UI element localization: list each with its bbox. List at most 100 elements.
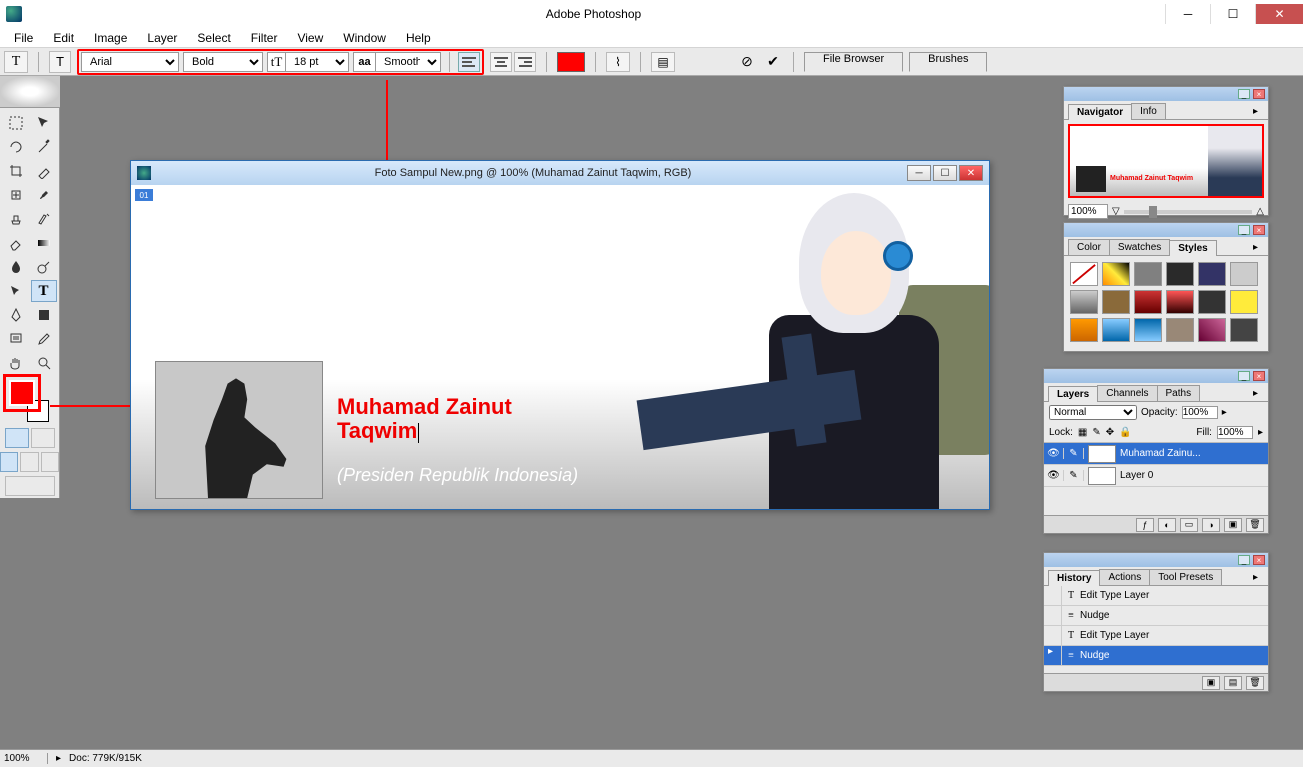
panel-close-button[interactable]: × bbox=[1253, 89, 1265, 99]
style-swatch[interactable] bbox=[1198, 262, 1226, 286]
style-swatch[interactable] bbox=[1102, 262, 1130, 286]
style-swatch[interactable] bbox=[1230, 290, 1258, 314]
new-snapshot-button[interactable]: ▤ bbox=[1224, 676, 1242, 690]
history-brush-tool[interactable] bbox=[31, 208, 57, 230]
clone-stamp-tool[interactable] bbox=[3, 208, 29, 230]
marquee-tool[interactable] bbox=[3, 112, 29, 134]
style-swatch[interactable] bbox=[1070, 290, 1098, 314]
panel-menu-icon[interactable]: ▸ bbox=[1247, 386, 1264, 401]
history-row[interactable]: ≡Nudge bbox=[1044, 606, 1268, 626]
close-button[interactable]: ✕ bbox=[1255, 4, 1303, 24]
lock-all-icon[interactable]: 🔒 bbox=[1119, 427, 1131, 438]
layer-row[interactable]: 👁✎Layer 0 bbox=[1044, 465, 1268, 487]
tool-preset-picker[interactable]: T bbox=[4, 51, 28, 73]
magic-wand-tool[interactable] bbox=[31, 136, 57, 158]
text-layer-name[interactable]: Muhamad ZainutTaqwim bbox=[337, 395, 512, 443]
style-swatch[interactable] bbox=[1102, 290, 1130, 314]
type-tool[interactable]: T bbox=[31, 280, 57, 302]
lock-transparent-icon[interactable]: ▦ bbox=[1078, 427, 1087, 438]
lock-position-icon[interactable]: ✥ bbox=[1106, 427, 1114, 438]
menu-filter[interactable]: Filter bbox=[241, 29, 288, 47]
delete-state-button[interactable]: 🗑 bbox=[1246, 676, 1264, 690]
info-tab[interactable]: Info bbox=[1131, 103, 1166, 119]
move-tool[interactable] bbox=[31, 112, 57, 134]
menu-edit[interactable]: Edit bbox=[43, 29, 84, 47]
align-left-button[interactable] bbox=[458, 52, 480, 72]
eyedropper-tool[interactable] bbox=[31, 328, 57, 350]
screen-full-button[interactable] bbox=[41, 452, 59, 472]
align-right-button[interactable] bbox=[514, 52, 536, 72]
link-icon[interactable]: ✎ bbox=[1064, 470, 1084, 481]
panel-minimize-button[interactable]: _ bbox=[1238, 225, 1250, 235]
screen-standard-button[interactable] bbox=[0, 452, 18, 472]
screen-fullmenu-button[interactable] bbox=[20, 452, 38, 472]
doc-size-icon[interactable]: ▸ bbox=[56, 753, 61, 764]
minimize-button[interactable]: ─ bbox=[1165, 4, 1210, 24]
zoom-in-icon[interactable]: △ bbox=[1256, 206, 1264, 217]
antialias-select[interactable]: Smooth bbox=[375, 52, 441, 72]
menu-window[interactable]: Window bbox=[333, 29, 396, 47]
panel-menu-icon[interactable]: ▸ bbox=[1247, 104, 1264, 119]
font-size-select[interactable]: 18 pt bbox=[285, 52, 349, 72]
panel-menu-icon[interactable]: ▸ bbox=[1247, 570, 1264, 585]
style-swatch[interactable] bbox=[1134, 290, 1162, 314]
crop-tool[interactable] bbox=[3, 160, 29, 182]
path-selection-tool[interactable] bbox=[3, 280, 29, 302]
slice-tool[interactable] bbox=[31, 160, 57, 182]
layer-style-button[interactable]: ƒ bbox=[1136, 518, 1154, 532]
style-swatch[interactable] bbox=[1198, 290, 1226, 314]
menu-file[interactable]: File bbox=[4, 29, 43, 47]
shape-tool[interactable] bbox=[31, 304, 57, 326]
notes-tool[interactable] bbox=[3, 328, 29, 350]
menu-image[interactable]: Image bbox=[84, 29, 137, 47]
brush-tool[interactable] bbox=[31, 184, 57, 206]
navigator-zoom-input[interactable] bbox=[1068, 204, 1108, 219]
history-row[interactable]: TEdit Type Layer bbox=[1044, 626, 1268, 646]
style-swatch[interactable] bbox=[1198, 318, 1226, 342]
history-tab[interactable]: History bbox=[1048, 570, 1100, 586]
doc-maximize-button[interactable]: ☐ bbox=[933, 165, 957, 181]
navigator-zoom-slider[interactable] bbox=[1124, 210, 1253, 214]
lasso-tool[interactable] bbox=[3, 136, 29, 158]
history-row[interactable]: TEdit Type Layer bbox=[1044, 586, 1268, 606]
font-family-select[interactable]: Arial bbox=[81, 52, 179, 72]
history-row[interactable]: ▸≡Nudge bbox=[1044, 646, 1268, 666]
menu-select[interactable]: Select bbox=[187, 29, 240, 47]
tool-presets-tab[interactable]: Tool Presets bbox=[1149, 569, 1222, 585]
panel-menu-icon[interactable]: ▸ bbox=[1247, 240, 1264, 255]
doc-close-button[interactable]: ✕ bbox=[959, 165, 983, 181]
visibility-icon[interactable]: 👁 bbox=[1044, 470, 1064, 481]
panel-minimize-button[interactable]: _ bbox=[1238, 371, 1250, 381]
file-browser-tab[interactable]: File Browser bbox=[804, 52, 903, 72]
style-swatch[interactable] bbox=[1230, 318, 1258, 342]
layers-tab[interactable]: Layers bbox=[1048, 386, 1098, 402]
blur-tool[interactable] bbox=[3, 256, 29, 278]
style-swatch[interactable] bbox=[1166, 262, 1194, 286]
styles-panel[interactable]: _× Color Swatches Styles ▸ bbox=[1063, 222, 1269, 352]
document-window[interactable]: Foto Sampul New.png @ 100% (Muhamad Zain… bbox=[130, 160, 990, 510]
swatches-tab[interactable]: Swatches bbox=[1109, 239, 1170, 255]
style-swatch[interactable] bbox=[1134, 262, 1162, 286]
style-swatch[interactable] bbox=[1166, 290, 1194, 314]
text-color-swatch[interactable] bbox=[557, 52, 585, 72]
pen-tool[interactable] bbox=[3, 304, 29, 326]
paths-tab[interactable]: Paths bbox=[1157, 385, 1201, 401]
channels-tab[interactable]: Channels bbox=[1097, 385, 1157, 401]
actions-tab[interactable]: Actions bbox=[1099, 569, 1150, 585]
blend-mode-select[interactable]: Normal bbox=[1049, 405, 1137, 420]
color-picker[interactable] bbox=[5, 380, 55, 422]
gradient-tool[interactable] bbox=[31, 232, 57, 254]
delete-layer-button[interactable]: 🗑 bbox=[1246, 518, 1264, 532]
fill-input[interactable] bbox=[1217, 426, 1253, 439]
cancel-edits-button[interactable]: ⊘ bbox=[737, 52, 757, 72]
style-swatch[interactable] bbox=[1230, 262, 1258, 286]
panel-close-button[interactable]: × bbox=[1253, 225, 1265, 235]
history-panel[interactable]: _× History Actions Tool Presets ▸ TEdit … bbox=[1043, 552, 1269, 692]
style-swatch[interactable] bbox=[1166, 318, 1194, 342]
panel-minimize-button[interactable]: _ bbox=[1238, 555, 1250, 565]
document-canvas[interactable]: 01 Muhamad ZainutTaqwim (Presiden Republ… bbox=[131, 185, 989, 509]
maximize-button[interactable]: ☐ bbox=[1210, 4, 1255, 24]
warp-text-button[interactable]: ⌇ bbox=[606, 52, 630, 72]
navigator-thumbnail[interactable]: Muhamad Zainut Taqwim bbox=[1068, 124, 1264, 198]
panel-close-button[interactable]: × bbox=[1253, 371, 1265, 381]
